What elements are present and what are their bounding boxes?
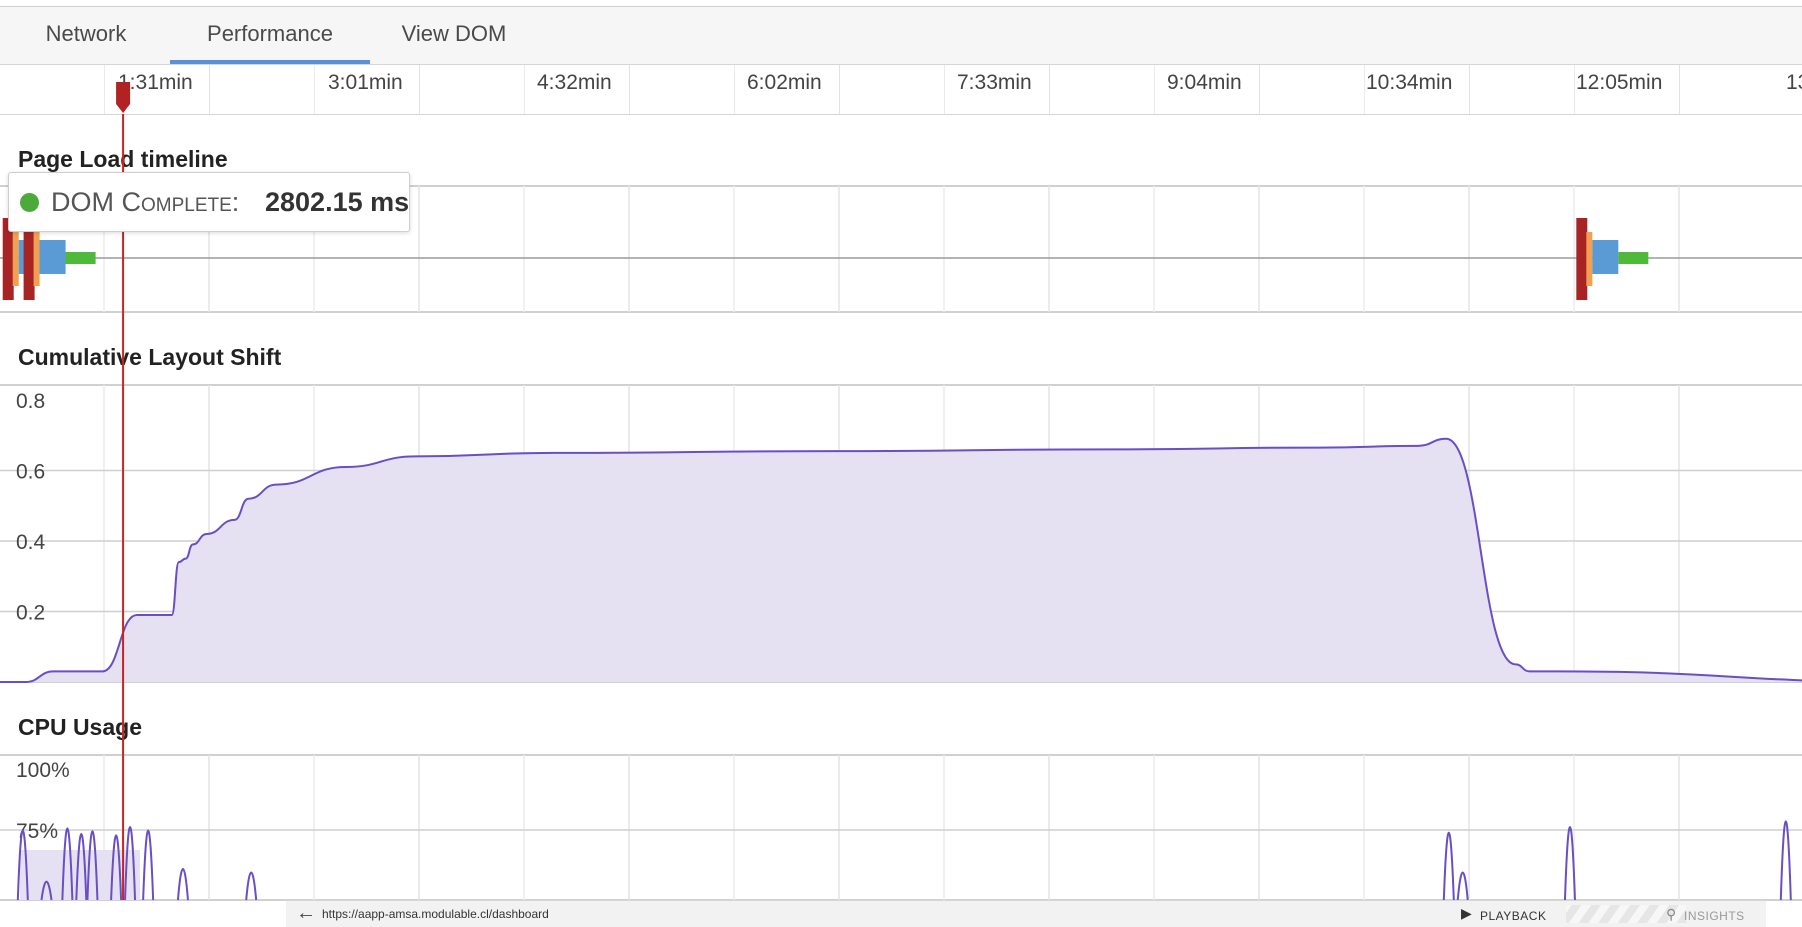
cls-y-tick: 0.6 [16,461,45,484]
playback-button[interactable]: PLAYBACK [1480,909,1546,923]
marker-dom-complete [65,252,96,264]
insights-button[interactable]: INSIGHTS [1684,909,1745,923]
cpu-y-tick: 100% [16,759,70,782]
dom-complete-tooltip: DOM Complete: 2802.15 ms [8,172,410,232]
cls-area-fill [0,438,1802,682]
cpu-peak [1456,871,1469,901]
page-url: https://aapp-amsa.modulable.cl/dashboard [322,907,549,921]
marker-dom-complete [1618,252,1649,264]
marker-dom-content-loaded [39,240,66,274]
marker-dom-interactive [1586,232,1593,286]
marker-dom-interactive [33,232,40,286]
playhead-handle-icon[interactable] [116,82,131,113]
tooltip-value: 2802.15 ms [265,187,410,217]
cls-y-tick: 0.2 [16,602,45,625]
play-icon[interactable]: ▶ [1461,905,1472,922]
timeline-charts: 0.80.60.40.2100%75% [0,82,1802,901]
cls-y-tick: 0.4 [16,531,46,554]
cls-y-tick: 0.8 [16,390,45,413]
cpu-peak [245,871,258,901]
cpu-peak [142,829,155,901]
footer-bar: ← https://aapp-amsa.modulable.cl/dashboa… [286,900,1766,927]
cpu-peak [1779,820,1792,901]
marker-dom-content-loaded [1592,240,1619,274]
tooltip-label: DOM Complete: [51,187,240,217]
arrow-left-icon[interactable]: ← [296,902,316,924]
status-dot-icon [20,193,39,212]
cpu-peak [1442,831,1455,901]
search-icon[interactable]: ⚲ [1666,906,1676,923]
cpu-peak [176,868,189,901]
marker-dom-interactive [12,232,19,286]
marker-dom-loading [1576,218,1588,300]
cpu-area-fill [20,850,140,900]
